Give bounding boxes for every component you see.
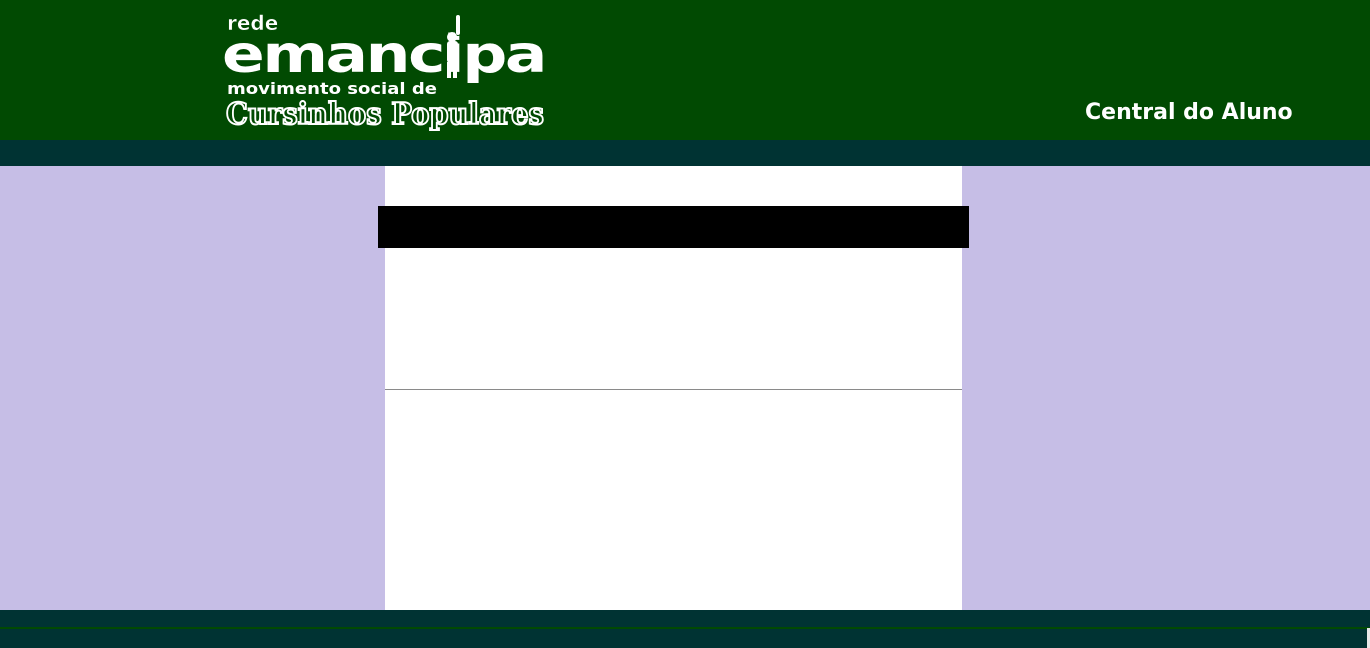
footer-band-bottom <box>0 629 1370 648</box>
logo-cursinhos-text: Cursinhos Populares <box>226 97 544 132</box>
logo-graphic: rede emancipa movimento social de Cursin… <box>222 11 547 133</box>
footer-band-top <box>0 610 1370 628</box>
content-header-bar <box>378 206 969 248</box>
content-divider <box>385 389 962 390</box>
logo-emancipa-text: emancipa <box>222 25 545 85</box>
top-band <box>0 140 1370 166</box>
central-do-aluno-title[interactable]: Central do Aluno <box>1085 100 1293 125</box>
right-side-panel <box>962 166 1370 610</box>
left-side-panel <box>0 166 385 610</box>
emancipa-logo[interactable]: rede emancipa movimento social de Cursin… <box>222 10 552 135</box>
site-header: rede emancipa movimento social de Cursin… <box>0 0 1370 140</box>
logo-movimento-text: movimento social de <box>227 79 437 98</box>
